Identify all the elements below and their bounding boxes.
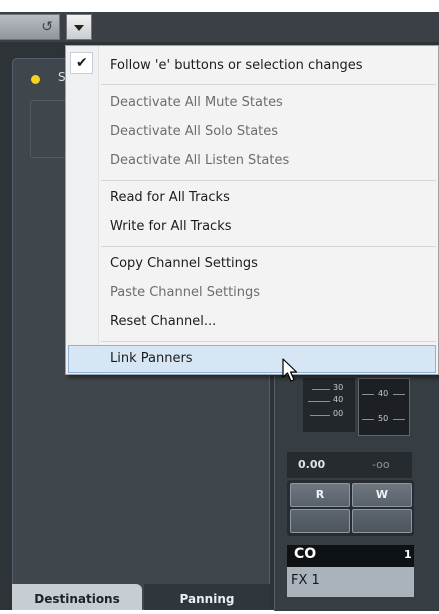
functions-context-menu: Follow 'e' buttons or selection changes … [65,45,439,375]
meter-scale-label: 30 [333,383,344,392]
menu-item-read-all-tracks[interactable]: Read for All Tracks [68,184,436,212]
peak-value[interactable]: -oo [372,458,390,471]
menu-item-follow-e-buttons[interactable]: Follow 'e' buttons or selection changes [68,52,436,80]
functions-menu-button[interactable] [66,14,92,40]
menu-separator [101,341,436,342]
meter-tick [362,394,374,395]
write-automation-button[interactable]: W [352,483,412,507]
menu-item-write-all-tracks[interactable]: Write for All Tracks [68,213,436,241]
menu-item-deactivate-solo[interactable]: Deactivate All Solo States [68,118,436,146]
menu-item-label: Deactivate All Solo States [110,124,279,139]
checkmark-box: ✔ [70,52,93,74]
menu-item-label: Paste Channel Settings [110,285,261,300]
menu-item-deactivate-listen[interactable]: Deactivate All Listen States [68,147,436,175]
menu-item-deactivate-mute[interactable]: Deactivate All Mute States [68,89,436,117]
read-automation-button[interactable]: R [290,483,350,507]
menu-item-label: Read for All Tracks [110,190,230,205]
volume-value[interactable]: 0.00 [298,458,325,471]
link-icon[interactable]: CO [294,546,316,562]
reset-icon: ↺ [41,19,53,35]
tab-panning[interactable]: Panning [144,584,270,610]
mouse-cursor-icon [282,358,298,382]
menu-item-copy-channel-settings[interactable]: Copy Channel Settings [68,250,436,278]
channel-number: 1 [404,548,412,561]
meter-scale-label: 40 [378,389,389,398]
menu-separator [101,84,436,85]
meter-tick [362,419,374,420]
menu-item-reset-channel[interactable]: Reset Channel... [68,308,436,336]
chevron-down-icon [74,25,84,31]
meter-tick [308,401,330,402]
menu-item-label: Follow 'e' buttons or selection changes [110,58,363,73]
menu-item-paste-channel-settings[interactable]: Paste Channel Settings [68,279,436,307]
automation-slot-button[interactable] [352,509,412,533]
channel-name: FX 1 [291,573,320,588]
meter-tick [312,389,330,390]
menu-separator [101,246,436,247]
meter-tick [393,394,405,395]
menu-item-label: Copy Channel Settings [110,256,258,271]
menu-item-label: Reset Channel... [110,314,217,329]
tab-destinations[interactable]: Destinations [12,584,142,610]
panel-tabs: Destinations Panning [12,584,270,610]
meter-tick [393,419,405,420]
meter-scale-label: 40 [333,395,344,404]
menu-item-label: Deactivate All Listen States [110,153,290,168]
level-meter-right [358,378,410,436]
menu-item-label: Link Panners [110,351,193,366]
meter-scale-label: 00 [333,409,344,418]
meter-scale-label: 50 [378,414,389,423]
meter-tick [310,415,330,416]
automation-slot-button[interactable] [290,509,350,533]
status-indicator [31,75,40,84]
level-meter-left [303,378,355,432]
reset-button[interactable]: ↺ [0,14,60,40]
checkmark-icon: ✔ [76,55,88,71]
menu-separator [101,180,436,181]
menu-item-label: Deactivate All Mute States [110,95,283,110]
menu-item-link-panners[interactable]: Link Panners [68,345,436,373]
menu-item-label: Write for All Tracks [110,219,232,234]
